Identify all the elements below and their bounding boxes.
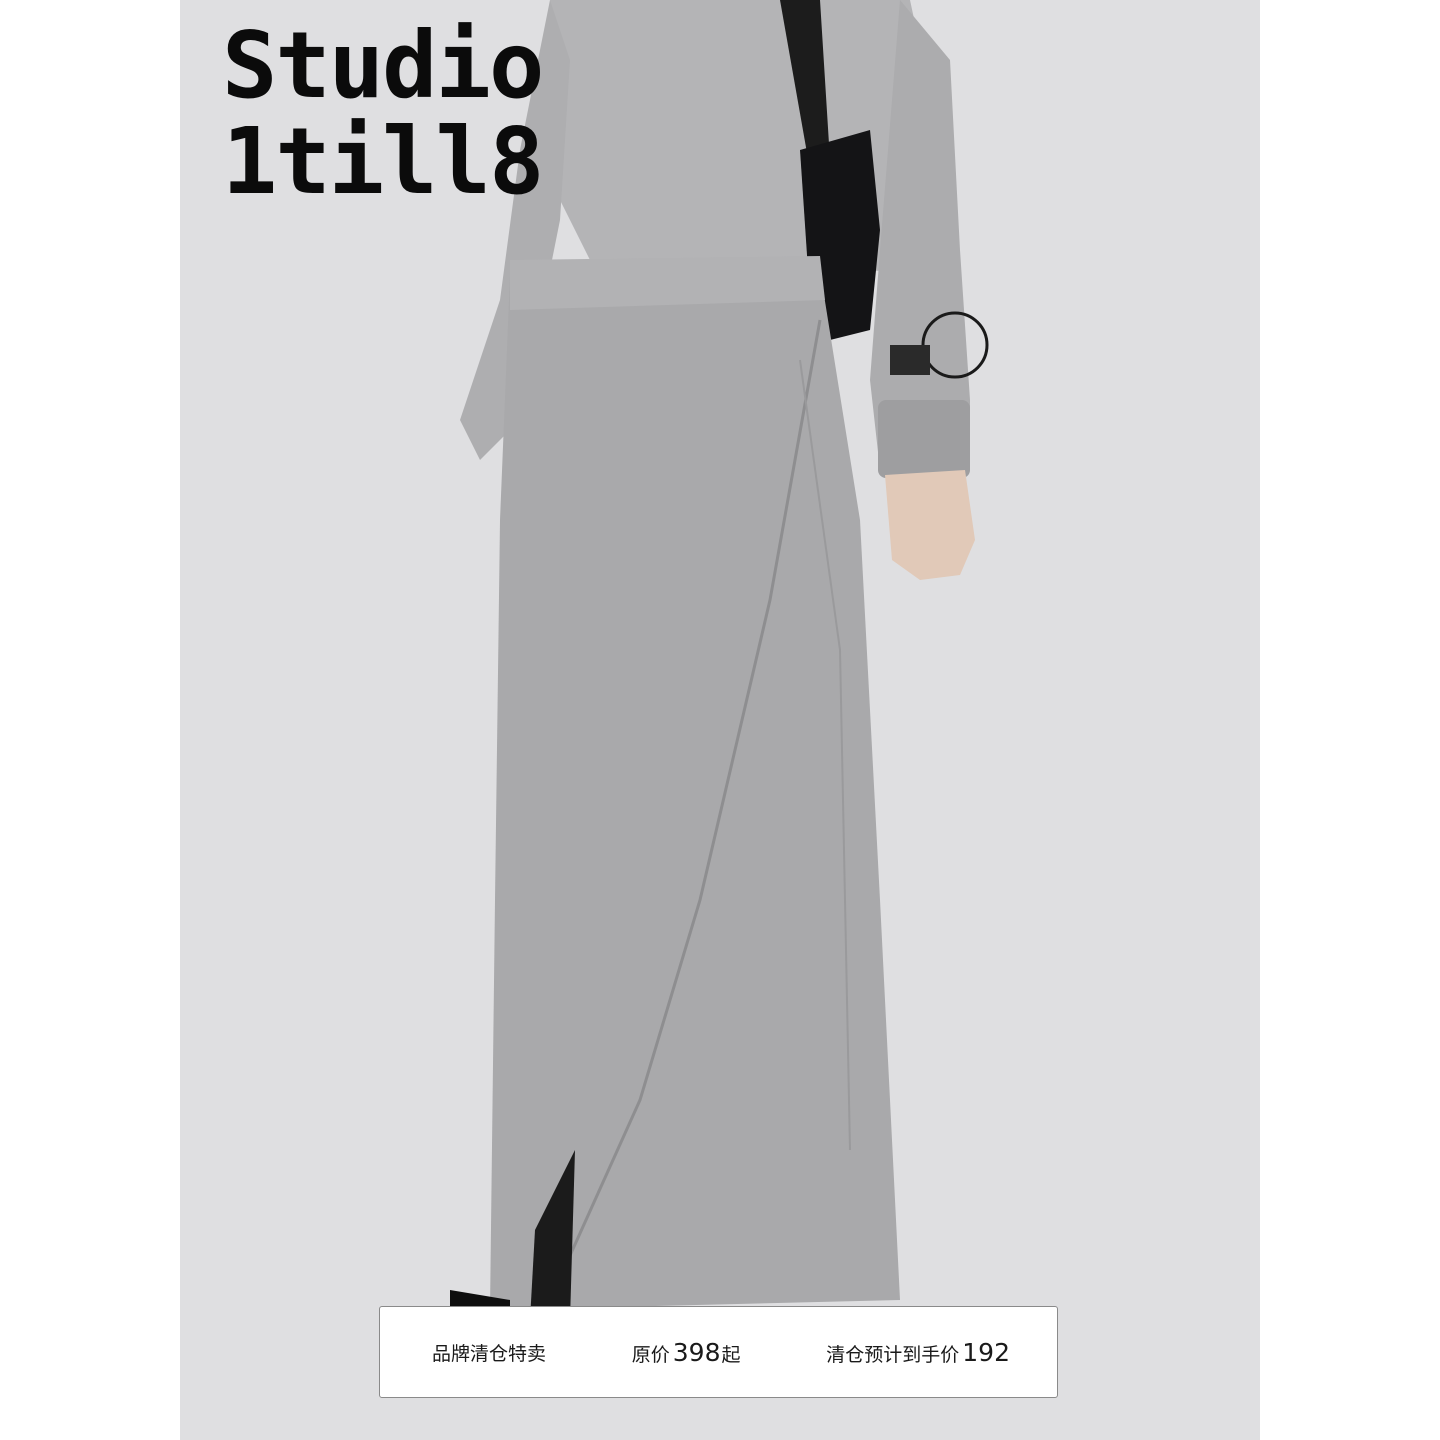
- hand: [885, 470, 975, 580]
- original-price-suffix: 起: [721, 1343, 741, 1366]
- brand-line-2: 1till8: [222, 108, 544, 215]
- sleeve-cuff: [878, 400, 970, 478]
- model-illustration: [450, 0, 989, 1330]
- final-price-label: 清仓预计到手价: [826, 1343, 960, 1366]
- original-price-value: 398: [672, 1337, 721, 1367]
- brand-logo: Studio 1till8: [222, 12, 544, 215]
- skirt: [490, 270, 900, 1310]
- final-price-value: 192: [962, 1337, 1010, 1367]
- final-price: 清仓预计到手价 192: [826, 1338, 1011, 1367]
- clearance-label: 品牌清仓特卖: [432, 1342, 547, 1365]
- price-banner: 品牌清仓特卖 原价 398 起 清仓预计到手价 192: [379, 1306, 1058, 1398]
- original-price: 原价 398 起: [632, 1338, 741, 1367]
- original-price-prefix: 原价: [631, 1343, 670, 1366]
- product-photo: [180, 0, 1260, 1440]
- brand-line-1: Studio: [222, 12, 544, 119]
